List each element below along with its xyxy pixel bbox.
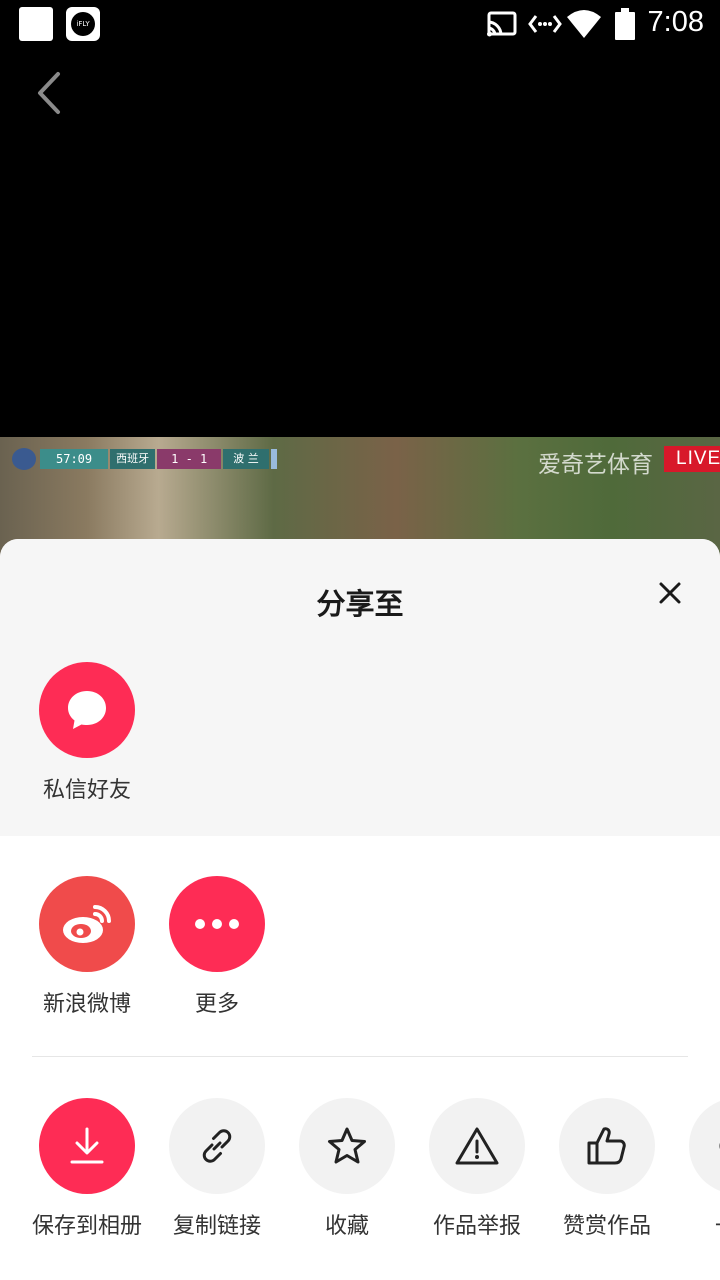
report-label: 作品举报 [432, 1214, 521, 1239]
save-circle[interactable] [39, 1098, 135, 1194]
copy-link-circle[interactable] [169, 1098, 265, 1194]
share-item-weibo[interactable]: 新浪微博 [17, 876, 157, 1018]
tournament-logo-icon [12, 448, 36, 470]
star-icon [328, 1127, 366, 1164]
share-item-more[interactable]: 更多 [147, 876, 287, 1018]
cast-icon [487, 11, 517, 37]
more-dots-icon [195, 919, 239, 929]
share-item-private-message[interactable]: 私信好友 [17, 662, 157, 804]
save-label: 保存到相册 [31, 1214, 142, 1239]
share-sheet: 分享至 私信好友 新浪微博 更多 保存到相册 复制链接 收藏 作品举报 赞赏作品 [0, 539, 720, 1280]
scoreboard: 57:09 西班牙 1 - 1 波 兰 [12, 448, 277, 470]
chat-bubble-icon [68, 691, 106, 729]
action-reward[interactable]: 赞赏作品 [537, 1098, 677, 1240]
action-together[interactable]: 一起 [667, 1098, 720, 1240]
reward-label: 赞赏作品 [562, 1214, 651, 1239]
more-label: 更多 [194, 992, 239, 1017]
more-circle[interactable] [169, 876, 265, 972]
match-score: 1 - 1 [157, 449, 222, 469]
action-favorite[interactable]: 收藏 [277, 1098, 417, 1240]
sheet-title: 分享至 [316, 587, 404, 621]
weibo-icon [63, 905, 111, 943]
ifly-icon: iFLY [66, 7, 100, 41]
divider [32, 1056, 688, 1057]
copy-link-label: 复制链接 [172, 1214, 261, 1239]
action-save-to-album[interactable]: 保存到相册 [17, 1098, 157, 1240]
away-team: 波 兰 [223, 449, 269, 469]
app-notification-icon [19, 7, 53, 41]
private-message-label: 私信好友 [42, 778, 131, 803]
action-report[interactable]: 作品举报 [407, 1098, 547, 1240]
together-circle[interactable] [689, 1098, 720, 1194]
home-team: 西班牙 [110, 449, 156, 469]
broadcaster-watermark: 爱奇艺体育 [538, 452, 653, 478]
reward-circle[interactable] [559, 1098, 655, 1194]
favorite-label: 收藏 [324, 1214, 369, 1239]
report-circle[interactable] [429, 1098, 525, 1194]
thumbs-up-icon [587, 1127, 626, 1165]
ifly-label: iFLY [71, 12, 95, 36]
partial-icon [719, 1143, 720, 1149]
status-bar: iFLY 7:08 [0, 0, 720, 50]
private-message-circle[interactable] [39, 662, 135, 758]
data-transfer-icon [528, 15, 562, 33]
scoreboard-end [270, 449, 277, 469]
warning-icon [455, 1127, 499, 1165]
together-label: 一起 [667, 1208, 720, 1240]
link-icon [202, 1129, 232, 1163]
live-badge: LIVE [664, 446, 720, 472]
weibo-circle[interactable] [39, 876, 135, 972]
weibo-label: 新浪微博 [42, 992, 131, 1017]
status-time: 7:08 [647, 6, 704, 38]
match-clock: 57:09 [40, 449, 109, 469]
close-button[interactable] [654, 577, 686, 609]
back-button[interactable] [30, 70, 72, 116]
action-copy-link[interactable]: 复制链接 [147, 1098, 287, 1240]
battery-icon [615, 8, 635, 40]
download-icon [70, 1127, 104, 1164]
wifi-icon [567, 10, 601, 38]
favorite-circle[interactable] [299, 1098, 395, 1194]
